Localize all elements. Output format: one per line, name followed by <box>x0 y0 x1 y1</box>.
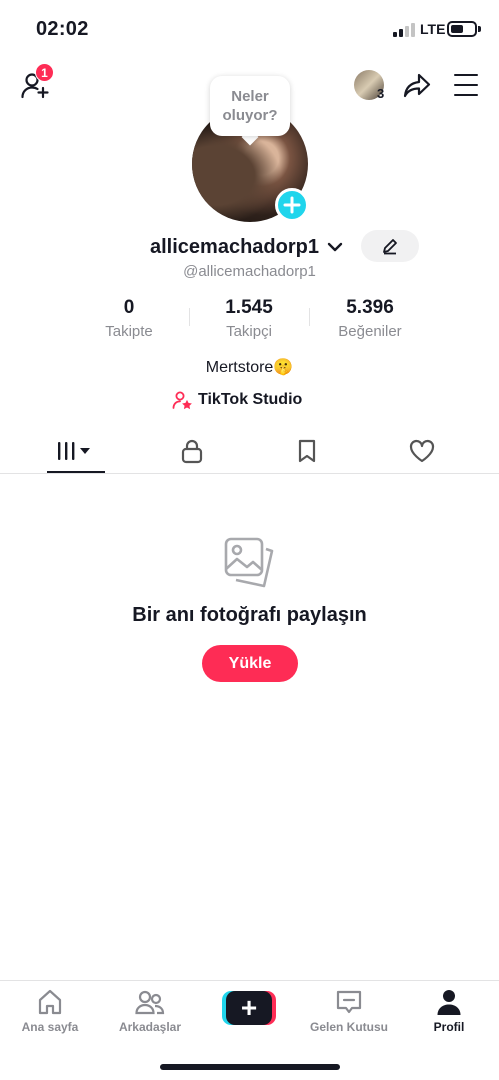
home-indicator <box>160 1064 340 1070</box>
inbox-icon <box>334 987 364 1017</box>
status-bubble-line2: oluyor? <box>222 107 278 124</box>
menu-icon-line <box>454 73 478 77</box>
nav-label: Ana sayfa <box>21 1020 79 1034</box>
tiktok-studio-link[interactable]: TikTok Studio <box>172 389 302 411</box>
active-tab-indicator <box>47 471 105 473</box>
nav-home[interactable]: Ana sayfa <box>5 987 95 1039</box>
notification-badge: 1 <box>35 63 54 82</box>
plus-icon: + <box>226 991 272 1025</box>
status-time: 02:02 <box>36 18 89 40</box>
battery-cap <box>478 26 481 32</box>
content-tabs <box>0 428 499 474</box>
tab-saved[interactable] <box>277 428 337 473</box>
tab-private[interactable] <box>162 428 222 473</box>
nav-inbox[interactable]: Gelen Kutusu <box>304 987 394 1039</box>
nav-label: Profil <box>433 1020 465 1034</box>
menu-icon-line <box>454 93 478 97</box>
stat-following[interactable]: 0 Takipte <box>69 296 189 342</box>
share-button[interactable] <box>400 68 434 102</box>
nav-profile[interactable]: Profil <box>404 987 494 1039</box>
stat-value: 5.396 <box>346 297 394 318</box>
tab-liked[interactable] <box>392 428 452 473</box>
stat-label: Takipçi <box>226 323 272 340</box>
pencil-icon <box>383 239 397 255</box>
network-label: LTE <box>420 21 446 37</box>
heart-icon <box>409 439 435 462</box>
tiktok-studio-label: TikTok Studio <box>198 391 303 408</box>
menu-button[interactable] <box>450 70 482 100</box>
edit-profile-button[interactable] <box>361 230 419 262</box>
stat-label: Beğeniler <box>338 323 402 340</box>
home-icon <box>35 987 65 1017</box>
menu-icon-line <box>454 83 478 87</box>
stat-followers[interactable]: 1.545 Takipçi <box>189 296 309 342</box>
grid-icon <box>58 441 90 460</box>
status-bubble-line1: Neler <box>231 88 269 105</box>
share-icon <box>403 73 431 98</box>
signal-icon <box>393 23 415 37</box>
chevron-down-icon <box>327 242 343 252</box>
create-button[interactable]: + <box>222 991 276 1025</box>
stat-value: 1.545 <box>225 297 273 318</box>
status-bubble[interactable]: Neler oluyor? <box>210 76 290 136</box>
stat-likes[interactable]: 5.396 Beğeniler <box>310 296 430 342</box>
profile-icon <box>434 987 464 1017</box>
nav-label: Arkadaşlar <box>118 1020 182 1034</box>
username[interactable]: allicemachadorp1 <box>150 236 319 259</box>
nav-friends[interactable]: Arkadaşlar <box>105 987 195 1039</box>
account-switch-button[interactable] <box>326 238 344 256</box>
empty-state-title: Bir anı fotoğrafı paylaşın <box>132 604 367 626</box>
user-handle: @allicemachadorp1 <box>183 263 316 280</box>
tab-videos[interactable] <box>46 428 106 473</box>
friends-icon <box>135 987 165 1017</box>
creator-star-icon <box>172 391 192 410</box>
plus-icon <box>283 196 301 214</box>
upload-button[interactable]: Yükle <box>202 645 298 682</box>
nav-label: Gelen Kutusu <box>309 1020 388 1034</box>
status-bar: 02:02 LTE <box>0 0 499 60</box>
add-story-button[interactable] <box>275 188 309 222</box>
lock-icon <box>181 439 203 463</box>
profile-bio: Mertstore🤫 <box>205 359 294 376</box>
profile-stats: 0 Takipte 1.545 Takipçi 5.396 Beğeniler <box>0 296 499 342</box>
photos-icon <box>220 533 278 591</box>
stat-value: 0 <box>123 297 135 318</box>
stat-label: Takipte <box>105 323 153 340</box>
story-count: 3 <box>377 86 385 101</box>
battery-icon <box>447 21 477 37</box>
bookmark-icon <box>298 439 316 462</box>
